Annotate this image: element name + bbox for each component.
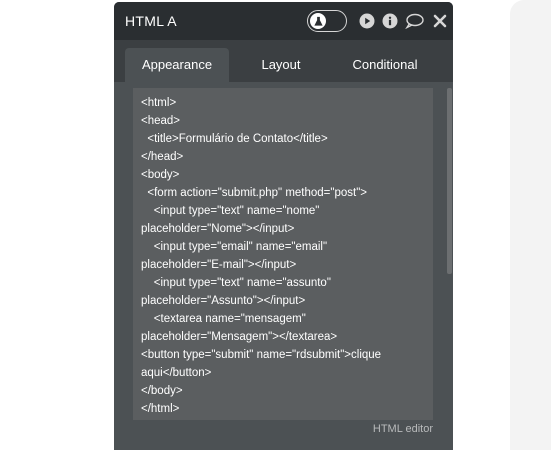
tab-bar: Appearance Layout Conditional [114,40,453,82]
comment-icon[interactable] [405,13,424,29]
tab-layout[interactable]: Layout [231,48,331,82]
play-icon[interactable] [359,13,375,29]
close-icon[interactable] [432,13,448,29]
panel-title: HTML A [125,13,177,29]
panel-body: <html> <head> <title>Formulário de Conta… [114,82,453,450]
html-editor-label: HTML editor [372,423,433,435]
flask-icon [310,13,326,29]
preview-toggle[interactable] [307,10,347,32]
panel-header: HTML A [114,2,453,40]
html-code-editor[interactable]: <html> <head> <title>Formulário de Conta… [133,88,433,420]
property-editor-panel: HTML A Appearance Layout Conditional <ht… [114,2,453,450]
right-side-panel [510,0,551,450]
editor-scrollbar[interactable] [447,88,452,274]
info-icon[interactable] [382,13,398,29]
tab-appearance[interactable]: Appearance [125,48,229,82]
tab-conditional[interactable]: Conditional [335,48,435,82]
html-code-content[interactable]: <html> <head> <title>Formulário de Conta… [133,88,433,418]
